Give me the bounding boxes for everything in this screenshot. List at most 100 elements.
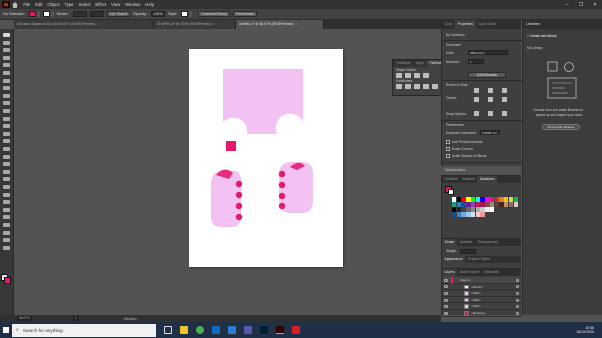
swatch-cell[interactable] [452, 202, 457, 207]
perspective-tool-icon[interactable] [3, 169, 10, 174]
chrome-icon[interactable] [196, 326, 204, 334]
tab-transform[interactable]: Transform [393, 60, 413, 67]
visibility-icon[interactable] [444, 285, 448, 289]
column-graph-tool-icon[interactable] [3, 215, 10, 220]
layer-row[interactable]: <Path> [442, 297, 522, 304]
style-dropdown[interactable] [189, 11, 193, 17]
swatch-cell[interactable] [499, 207, 504, 212]
layer-row[interactable]: <Group> [442, 284, 522, 291]
artboard-select[interactable]: 1 [468, 59, 484, 64]
menu-file[interactable]: File [21, 2, 33, 7]
swatch-cell[interactable] [470, 202, 476, 207]
outlook-icon[interactable] [228, 326, 236, 334]
taskbar-search[interactable]: ⌕ Search for anything [12, 323, 156, 337]
lasso-tool-icon[interactable] [3, 55, 10, 60]
zoom-field[interactable]: 66.67% [17, 316, 32, 321]
tab-color-guide[interactable]: Color Guide [476, 20, 499, 29]
swatch-cell[interactable] [508, 207, 514, 212]
transparency-grid-icon[interactable] [502, 88, 507, 93]
stroke-swatch[interactable] [42, 11, 50, 17]
swatch-cell[interactable] [508, 212, 514, 217]
shaper-tool-icon[interactable] [3, 109, 10, 113]
layer-row[interactable]: <Rectang... [442, 310, 522, 317]
create-library-link[interactable]: + Create new library [527, 34, 557, 38]
width-tool-icon[interactable] [3, 147, 10, 151]
visibility-icon[interactable] [444, 298, 448, 302]
start-button[interactable] [0, 322, 12, 338]
divide-icon[interactable] [396, 84, 402, 89]
smart-guides-icon[interactable] [502, 97, 507, 102]
swatch-cell[interactable] [470, 207, 476, 212]
weight-field[interactable] [460, 249, 476, 254]
target-icon[interactable] [516, 311, 519, 315]
acrobat-icon[interactable] [292, 326, 300, 334]
menu-view[interactable]: View [109, 2, 123, 7]
swatch-cell[interactable] [513, 207, 518, 212]
brush-dropdown[interactable]: 5 pt. Round [106, 11, 131, 17]
swatch-cell[interactable] [499, 202, 504, 207]
document-setup-button[interactable]: Document Setup [198, 11, 230, 17]
menu-window[interactable]: Window [123, 2, 143, 7]
my-library-label[interactable]: My Library [527, 46, 542, 50]
merge-icon[interactable] [414, 84, 420, 89]
style-swatch[interactable] [181, 11, 189, 17]
file-explorer-icon[interactable] [180, 326, 188, 334]
swatch-cell[interactable] [489, 212, 495, 217]
type-tool-icon[interactable] [3, 78, 10, 83]
swatch-cell[interactable] [508, 202, 514, 207]
swatch-cell[interactable] [480, 207, 485, 212]
swatch-cell[interactable] [475, 197, 481, 202]
trim-icon[interactable] [405, 84, 411, 89]
snap-point-icon[interactable] [474, 111, 479, 116]
stroke-color-icon[interactable] [4, 277, 11, 284]
selection-tool-icon[interactable] [3, 33, 10, 37]
exclude-icon[interactable] [423, 73, 429, 78]
scale-corners-checkbox[interactable] [446, 147, 450, 151]
eraser-tool-icon[interactable] [3, 124, 10, 129]
paintbrush-tool-icon[interactable] [3, 101, 10, 106]
tab-properties[interactable]: Properties [455, 20, 476, 29]
swatch-cell[interactable] [489, 197, 495, 202]
target-icon[interactable] [516, 291, 519, 295]
canvas-area[interactable] [14, 29, 441, 315]
menu-help[interactable]: Help [143, 2, 157, 7]
swatch-cell[interactable] [494, 212, 499, 217]
units-select[interactable]: Millimeters [468, 50, 508, 55]
swatch-cell[interactable] [513, 212, 518, 217]
swatch-cell[interactable] [494, 197, 499, 202]
swatch-cell[interactable] [456, 202, 462, 207]
swatch-cell[interactable] [494, 202, 499, 207]
tab-color[interactable]: Color [442, 20, 455, 29]
symbol-sprayer-tool-icon[interactable] [3, 207, 10, 212]
zoom-tool-icon[interactable] [3, 245, 10, 250]
snap-glyph-icon[interactable] [502, 111, 507, 116]
swatch-cell[interactable] [513, 197, 518, 202]
swatch-cell[interactable] [456, 207, 462, 212]
swatch-cell[interactable] [504, 197, 509, 202]
tab-align[interactable]: Align [413, 60, 426, 67]
intersect-icon[interactable] [414, 73, 420, 78]
swatch-cell[interactable] [485, 197, 490, 202]
swatch-cell[interactable] [485, 212, 490, 217]
free-transform-tool-icon[interactable] [3, 154, 10, 159]
fill-swatch[interactable] [28, 11, 36, 17]
photoshop-icon[interactable] [260, 326, 268, 334]
minus-front-icon[interactable] [405, 73, 411, 78]
target-icon[interactable] [516, 305, 519, 309]
menu-effect[interactable]: Effect [93, 2, 109, 7]
restore-icon[interactable]: ❐ [574, 2, 588, 8]
tab-gradient[interactable]: Gradient [442, 176, 460, 183]
swatch-stroke-indicator[interactable] [448, 189, 454, 195]
tab-graphic-styles[interactable]: Graphic Styles [465, 256, 492, 263]
slice-tool-icon[interactable] [3, 230, 10, 235]
keyboard-increment-field[interactable]: 0.3528 mm [480, 130, 500, 135]
stroke-weight-field[interactable] [72, 11, 87, 17]
tab-layers[interactable]: Layers [442, 269, 458, 276]
grid-icon[interactable] [488, 88, 493, 93]
preferences-button[interactable]: Preferences [232, 11, 258, 17]
direct-selection-tool-icon[interactable] [3, 40, 10, 45]
edge-icon[interactable] [212, 326, 220, 334]
swatch-cell[interactable] [466, 197, 471, 202]
blend-tool-icon[interactable] [3, 200, 10, 205]
rulers-icon[interactable] [474, 88, 479, 93]
